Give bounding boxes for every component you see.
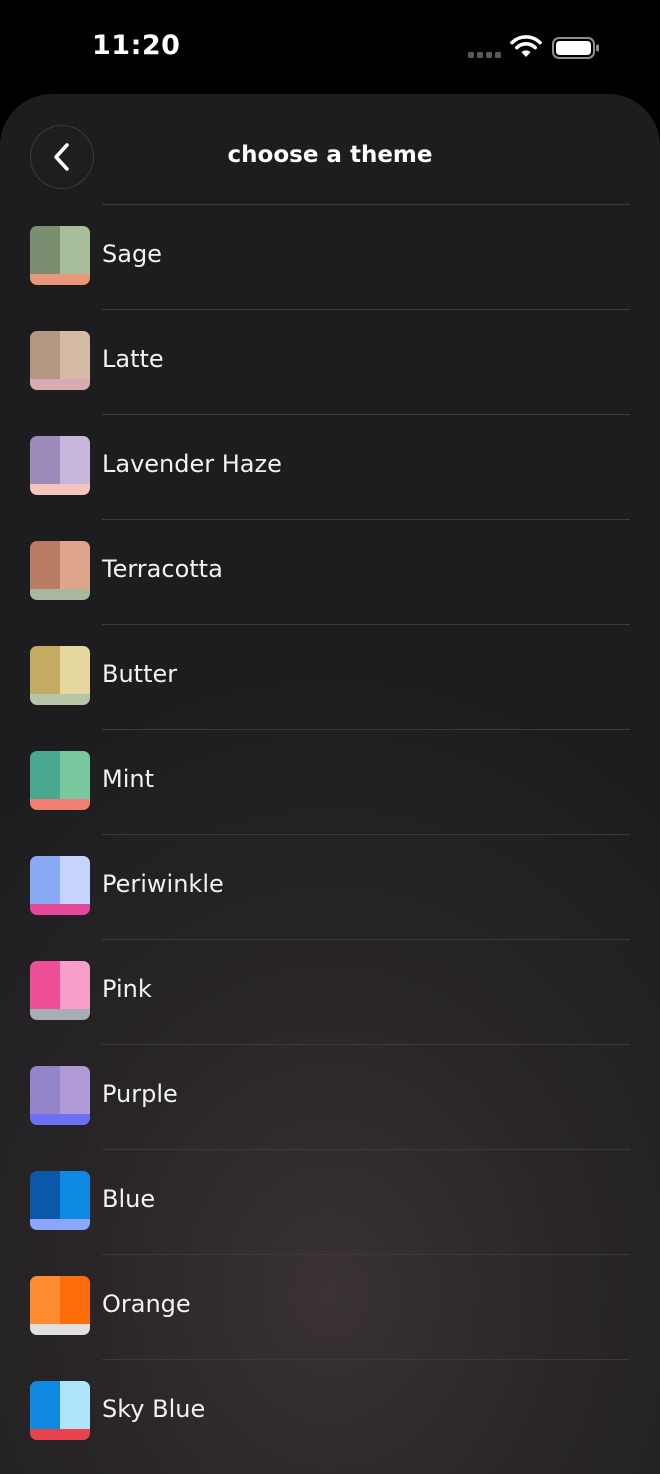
swatch-color-primary: [30, 856, 60, 904]
theme-row-sky-blue[interactable]: Sky Blue: [0, 1359, 660, 1464]
theme-row-orange[interactable]: Orange: [0, 1254, 660, 1359]
swatch-color-secondary: [60, 226, 90, 274]
theme-label: Latte: [102, 345, 164, 373]
swatch-color-secondary: [60, 646, 90, 694]
theme-swatch-mint: [30, 751, 90, 810]
theme-label: Sky Blue: [102, 1395, 206, 1423]
theme-row-mint[interactable]: Mint: [0, 729, 660, 834]
theme-swatch-blue: [30, 1171, 90, 1230]
swatch-color-secondary: [60, 1066, 90, 1114]
theme-swatch-sky-blue: [30, 1381, 90, 1440]
theme-label: Mint: [102, 765, 154, 793]
divider: [102, 309, 630, 310]
swatch-color-secondary: [60, 1171, 90, 1219]
theme-row-purple[interactable]: Purple: [0, 1044, 660, 1149]
theme-label: Orange: [102, 1290, 191, 1318]
theme-list: Sage Latte Lavender Haze Terracotta Butt…: [0, 204, 660, 1464]
theme-swatch-sage: [30, 226, 90, 285]
swatch-color-secondary: [60, 1276, 90, 1324]
swatch-color-primary: [30, 751, 60, 799]
swatch-color-accent: [30, 904, 90, 915]
theme-sheet: choose a theme Sage Latte Lavender Haze …: [0, 94, 660, 1474]
theme-swatch-latte: [30, 331, 90, 390]
swatch-color-primary: [30, 646, 60, 694]
theme-row-blue[interactable]: Blue: [0, 1149, 660, 1254]
theme-row-butter[interactable]: Butter: [0, 624, 660, 729]
swatch-color-accent: [30, 799, 90, 810]
theme-label: Periwinkle: [102, 870, 224, 898]
swatch-color-accent: [30, 379, 90, 390]
theme-label: Butter: [102, 660, 178, 688]
swatch-color-accent: [30, 1009, 90, 1020]
theme-label: Pink: [102, 975, 152, 1003]
divider: [102, 1149, 630, 1150]
divider: [102, 939, 630, 940]
theme-swatch-pink: [30, 961, 90, 1020]
swatch-color-primary: [30, 541, 60, 589]
swatch-color-secondary: [60, 541, 90, 589]
theme-swatch-lavender-haze: [30, 436, 90, 495]
theme-label: Lavender Haze: [102, 450, 282, 478]
divider: [102, 1359, 630, 1360]
theme-row-sage[interactable]: Sage: [0, 204, 660, 309]
swatch-color-accent: [30, 1219, 90, 1230]
swatch-color-primary: [30, 961, 60, 1009]
divider: [102, 1044, 630, 1045]
swatch-color-primary: [30, 1381, 60, 1429]
divider: [102, 519, 630, 520]
theme-row-periwinkle[interactable]: Periwinkle: [0, 834, 660, 939]
theme-swatch-periwinkle: [30, 856, 90, 915]
swatch-color-primary: [30, 436, 60, 484]
swatch-color-primary: [30, 226, 60, 274]
status-bar: 11:20: [0, 0, 660, 95]
swatch-color-primary: [30, 1276, 60, 1324]
swatch-color-secondary: [60, 961, 90, 1009]
swatch-color-primary: [30, 1171, 60, 1219]
theme-label: Sage: [102, 240, 162, 268]
divider: [102, 414, 630, 415]
swatch-color-accent: [30, 1429, 90, 1440]
swatch-color-secondary: [60, 1381, 90, 1429]
battery-icon: [552, 37, 599, 59]
swatch-color-secondary: [60, 331, 90, 379]
theme-row-latte[interactable]: Latte: [0, 309, 660, 414]
swatch-color-accent: [30, 1114, 90, 1125]
swatch-color-secondary: [60, 436, 90, 484]
swatch-color-secondary: [60, 856, 90, 904]
theme-swatch-orange: [30, 1276, 90, 1335]
cellular-signal-icon: [468, 52, 501, 58]
swatch-color-secondary: [60, 751, 90, 799]
page-title: choose a theme: [227, 142, 433, 168]
divider: [102, 624, 630, 625]
theme-label: Purple: [102, 1080, 178, 1108]
swatch-color-primary: [30, 331, 60, 379]
swatch-color-primary: [30, 1066, 60, 1114]
theme-swatch-butter: [30, 646, 90, 705]
swatch-color-accent: [30, 1324, 90, 1335]
swatch-color-accent: [30, 694, 90, 705]
status-time: 11:20: [92, 30, 181, 61]
swatch-color-accent: [30, 274, 90, 285]
swatch-color-accent: [30, 484, 90, 495]
theme-row-terracotta[interactable]: Terracotta: [0, 519, 660, 624]
theme-label: Terracotta: [102, 555, 223, 583]
divider: [102, 1254, 630, 1255]
theme-swatch-terracotta: [30, 541, 90, 600]
swatch-color-accent: [30, 589, 90, 600]
theme-swatch-purple: [30, 1066, 90, 1125]
divider: [102, 204, 630, 205]
divider: [102, 729, 630, 730]
divider: [102, 834, 630, 835]
theme-row-pink[interactable]: Pink: [0, 939, 660, 1044]
theme-row-lavender-haze[interactable]: Lavender Haze: [0, 414, 660, 519]
theme-label: Blue: [102, 1185, 156, 1213]
wifi-icon: [510, 35, 542, 57]
